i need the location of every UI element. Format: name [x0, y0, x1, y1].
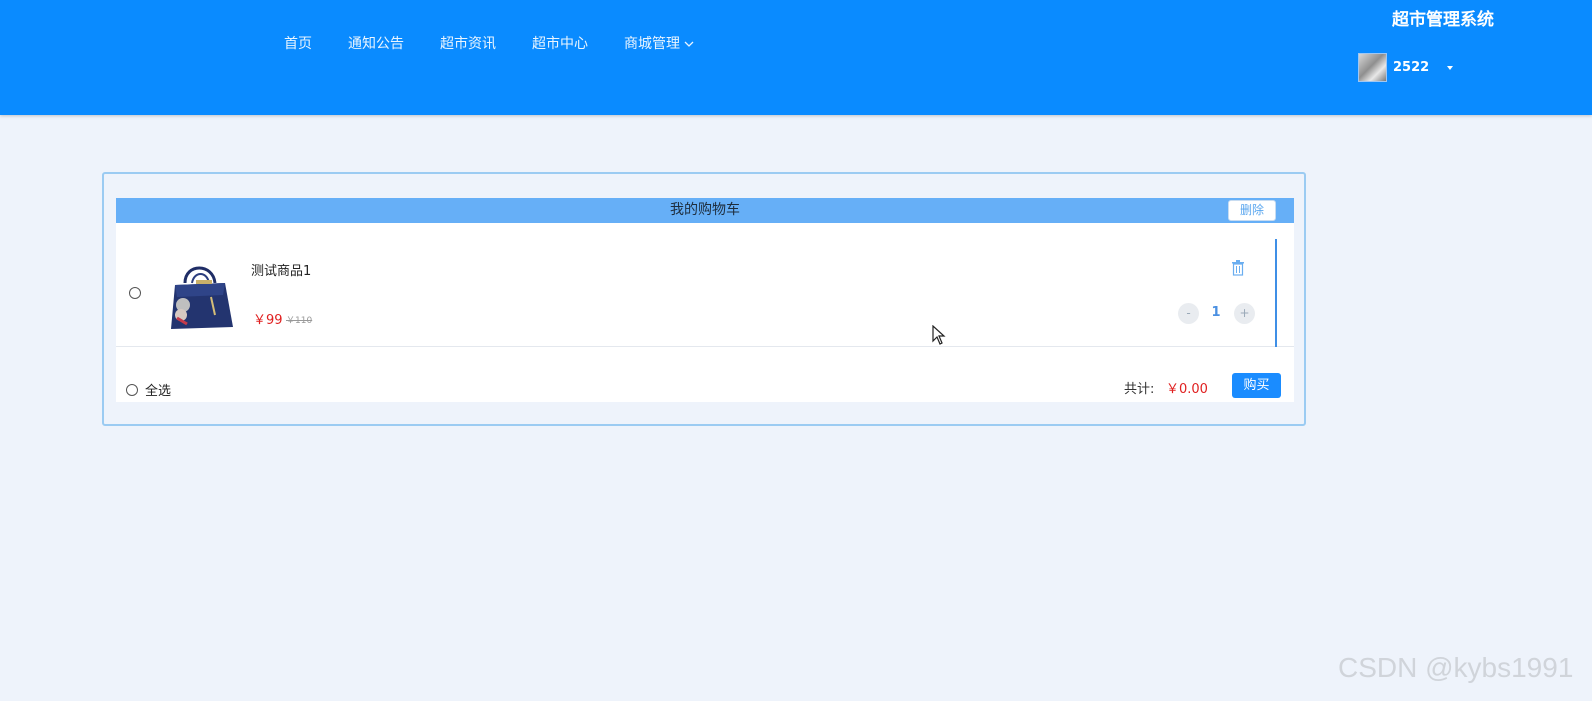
- cart-footer: 全选 共计: ￥0.00 购买: [116, 347, 1294, 402]
- nav-news-label: 超市资讯: [440, 36, 496, 52]
- top-header: 首页 通知公告 超市资讯 超市中心 商城管理 超市管理系统 2522: [0, 0, 1592, 115]
- product-image[interactable]: [161, 253, 241, 333]
- cart-title: 我的购物车: [670, 202, 740, 218]
- total-label: 共计:: [1124, 382, 1155, 397]
- caret-down-icon[interactable]: [1447, 65, 1454, 70]
- cursor-icon: [932, 325, 946, 345]
- system-title: 超市管理系统: [1392, 10, 1494, 30]
- nav-center[interactable]: 超市中心: [528, 33, 592, 55]
- watermark: CSDN @kybs1991: [1338, 652, 1574, 683]
- avatar[interactable]: [1358, 53, 1387, 82]
- cart-container: 我的购物车 删除 测试商品1 ￥99 ￥110 - 1 + 全选 共计: ￥0.…: [102, 172, 1306, 426]
- nav-news[interactable]: 超市资讯: [436, 33, 500, 55]
- delete-selected-button[interactable]: 删除: [1228, 200, 1276, 221]
- nav-home-label: 首页: [284, 36, 312, 52]
- main-nav: 首页 通知公告 超市资讯 超市中心 商城管理: [280, 33, 698, 55]
- nav-notices[interactable]: 通知公告: [344, 33, 408, 55]
- quantity-decrease-button[interactable]: -: [1178, 303, 1199, 324]
- user-menu[interactable]: 2522: [1358, 53, 1454, 82]
- cart-panel: 我的购物车 删除 测试商品1 ￥99 ￥110 - 1 + 全选 共计: ￥0.…: [116, 198, 1294, 402]
- row-divider: [1275, 239, 1277, 347]
- nav-home[interactable]: 首页: [280, 33, 316, 55]
- select-all[interactable]: 全选: [126, 380, 171, 399]
- nav-notices-label: 通知公告: [348, 36, 404, 52]
- product-price: ￥99: [253, 313, 283, 328]
- nav-mall-management[interactable]: 商城管理: [620, 33, 698, 55]
- nav-center-label: 超市中心: [532, 36, 588, 52]
- chevron-down-icon: [684, 41, 694, 47]
- buy-button[interactable]: 购买: [1232, 373, 1281, 398]
- product-name[interactable]: 测试商品1: [251, 260, 311, 279]
- nav-mall-management-label: 商城管理: [624, 36, 680, 52]
- total-value: ￥0.00: [1166, 382, 1208, 397]
- cart-item-row: 测试商品1 ￥99 ￥110 - 1 +: [116, 223, 1294, 347]
- username: 2522: [1393, 60, 1430, 75]
- select-all-label: 全选: [145, 384, 172, 399]
- quantity-increase-button[interactable]: +: [1234, 303, 1255, 324]
- quantity-value: 1: [1211, 305, 1221, 320]
- cart-header: 我的购物车 删除: [116, 198, 1294, 223]
- trash-icon[interactable]: [1231, 260, 1245, 276]
- select-all-radio[interactable]: [126, 383, 138, 396]
- product-original-price: ￥110: [286, 316, 313, 326]
- item-select-radio[interactable]: [129, 287, 141, 299]
